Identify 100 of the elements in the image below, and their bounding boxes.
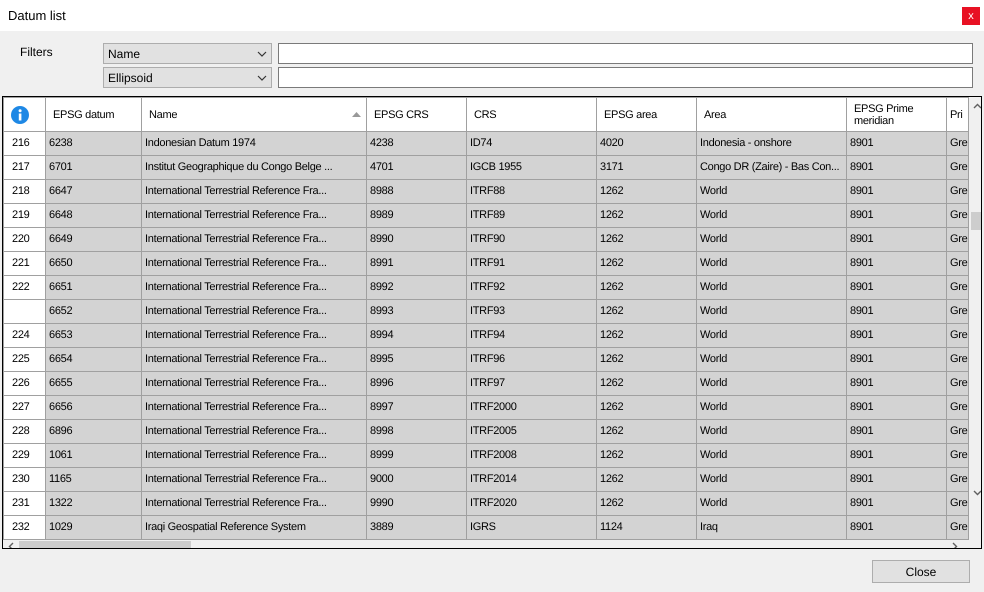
- row-number: 225: [4, 348, 46, 372]
- table-cell: 8993: [366, 300, 466, 324]
- row-number: 227: [4, 396, 46, 420]
- table-cell: International Terrestrial Reference Fra...: [142, 180, 366, 204]
- table-cell: 1262: [596, 276, 696, 300]
- table-cell: Gre: [946, 420, 968, 444]
- table-cell: 8998: [366, 420, 466, 444]
- table-cell: International Terrestrial Reference Fra...: [142, 468, 366, 492]
- table-cell: International Terrestrial Reference Fra...: [142, 372, 366, 396]
- table-cell: 6652: [46, 300, 142, 324]
- scroll-up-icon[interactable]: [973, 103, 981, 109]
- table-cell: World: [696, 228, 846, 252]
- table-cell: Congo DR (Zaire) - Bas Con...: [696, 156, 846, 180]
- table-cell: 1262: [596, 420, 696, 444]
- table-cell: 1262: [596, 444, 696, 468]
- table-cell: 8901: [846, 300, 946, 324]
- table-cell: 1262: [596, 300, 696, 324]
- dropdown-caret-icon[interactable]: [257, 50, 267, 56]
- table-cell: Gre: [946, 492, 968, 516]
- table-cell: International Terrestrial Reference Fra...: [142, 444, 366, 468]
- row-number: 218: [4, 180, 46, 204]
- table-cell: 8991: [366, 252, 466, 276]
- row-number: 224: [4, 324, 46, 348]
- table-cell: Indonesian Datum 1974: [142, 132, 366, 156]
- column-header[interactable]: EPSG CRS: [366, 98, 466, 132]
- row-number: 226: [4, 372, 46, 396]
- table-cell: International Terrestrial Reference Fra...: [142, 300, 366, 324]
- table-cell: ITRF2020: [466, 492, 596, 516]
- scrollbar-thumb[interactable]: [971, 212, 981, 230]
- table-cell: World: [696, 252, 846, 276]
- table-cell: World: [696, 204, 846, 228]
- filter-dropdown[interactable]: Name: [103, 43, 272, 64]
- table-cell: 6649: [46, 228, 142, 252]
- table-cell: 8901: [846, 372, 946, 396]
- table-cell: Gre: [946, 348, 968, 372]
- table-cell: Gre: [946, 156, 968, 180]
- row-number: 217: [4, 156, 46, 180]
- table-cell: 6647: [46, 180, 142, 204]
- column-header[interactable]: CRS: [466, 98, 596, 132]
- column-header[interactable]: EPSG area: [596, 98, 696, 132]
- table-cell: International Terrestrial Reference Fra...: [142, 228, 366, 252]
- column-header[interactable]: EPSG Prime meridian: [846, 98, 946, 132]
- table-cell: Gre: [946, 444, 968, 468]
- scroll-down-icon[interactable]: [973, 490, 981, 496]
- table-cell: 4020: [596, 132, 696, 156]
- table-cell: 8990: [366, 228, 466, 252]
- table-cell: 8901: [846, 156, 946, 180]
- table-cell: 1262: [596, 252, 696, 276]
- row-number: 231: [4, 492, 46, 516]
- column-header[interactable]: Pri: [946, 98, 968, 132]
- table-cell: World: [696, 492, 846, 516]
- table-cell: Gre: [946, 204, 968, 228]
- table-cell: Indonesia - onshore: [696, 132, 846, 156]
- table-cell: 1262: [596, 348, 696, 372]
- filter-input-field[interactable]: [278, 43, 973, 64]
- table-cell: 1262: [596, 396, 696, 420]
- row-number: 232: [4, 516, 46, 540]
- table-cell: 3171: [596, 156, 696, 180]
- table-cell: International Terrestrial Reference Fra...: [142, 204, 366, 228]
- table-cell: 6648: [46, 204, 142, 228]
- table-cell: 6651: [46, 276, 142, 300]
- table-cell: Institut Geographique du Congo Belge ...: [142, 156, 366, 180]
- table-cell: 8989: [366, 204, 466, 228]
- table-cell: 6896: [46, 420, 142, 444]
- table-cell: IGRS: [466, 516, 596, 540]
- close-button[interactable]: x: [962, 6, 980, 24]
- table-cell: 8901: [846, 444, 946, 468]
- dropdown-caret-icon[interactable]: [257, 74, 267, 80]
- table-cell: 6238: [46, 132, 142, 156]
- table-cell: 8992: [366, 276, 466, 300]
- table-cell: 4701: [366, 156, 466, 180]
- table-cell: World: [696, 420, 846, 444]
- table-cell: World: [696, 444, 846, 468]
- table-cell: 8901: [846, 204, 946, 228]
- column-header[interactable]: EPSG datum: [46, 98, 142, 132]
- table-cell: World: [696, 276, 846, 300]
- table-cell: 8988: [366, 180, 466, 204]
- table-cell: 8901: [846, 228, 946, 252]
- table-cell: 8901: [846, 324, 946, 348]
- table-cell: Gre: [946, 468, 968, 492]
- column-header[interactable]: Name: [142, 98, 366, 132]
- filter-dropdown[interactable]: Ellipsoid: [103, 67, 272, 88]
- table-cell: 1262: [596, 372, 696, 396]
- table-cell: 1165: [46, 468, 142, 492]
- table-cell: International Terrestrial Reference Fra...: [142, 252, 366, 276]
- table-cell: 8901: [846, 492, 946, 516]
- table-cell: World: [696, 180, 846, 204]
- table-cell: World: [696, 468, 846, 492]
- column-header[interactable]: Area: [696, 98, 846, 132]
- table-cell: ID74: [466, 132, 596, 156]
- table-cell: Iraqi Geospatial Reference System: [142, 516, 366, 540]
- table-cell: Gre: [946, 300, 968, 324]
- filter-input-field[interactable]: [278, 67, 973, 88]
- table-cell: 1061: [46, 444, 142, 468]
- close-button[interactable]: Close: [872, 560, 970, 583]
- table-cell: Gre: [946, 372, 968, 396]
- table-cell: Gre: [946, 396, 968, 420]
- table-cell: 3889: [366, 516, 466, 540]
- table-cell: World: [696, 348, 846, 372]
- table-cell: 8901: [846, 276, 946, 300]
